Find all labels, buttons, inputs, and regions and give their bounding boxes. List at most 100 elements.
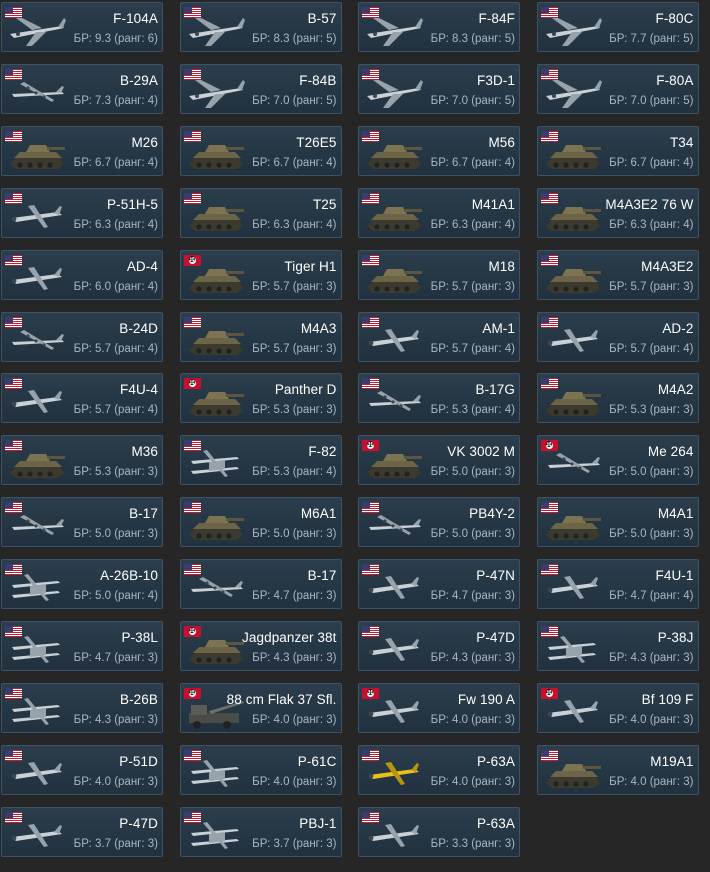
vehicle-card-m41a1[interactable]: M41A1 БР: 6.3 (ранг: 4) xyxy=(358,187,520,238)
battle-rating: БР: 5.0 (ранг: 3) xyxy=(252,528,337,541)
vehicle-card-am-1[interactable]: AM-1 БР: 5.7 (ранг: 4) xyxy=(358,311,520,362)
vehicle-card-fw-190-a[interactable]: Fw 190 A БР: 4.0 (ранг: 3) xyxy=(358,682,520,733)
vehicle-card-b-24d[interactable]: B-24D БР: 5.7 (ранг: 4) xyxy=(1,311,163,362)
usa-flag-icon xyxy=(540,68,558,80)
vehicle-card-t26e5[interactable]: T26E5 БР: 6.7 (ранг: 4) xyxy=(179,125,342,176)
vehicle-card-m18[interactable]: M18 БР: 5.7 (ранг: 3) xyxy=(358,249,520,300)
vehicle-card-m36[interactable]: M36 БР: 5.3 (ранг: 3) xyxy=(1,435,163,486)
vehicle-card-ad-4[interactable]: AD-4 БР: 6.0 (ранг: 4) xyxy=(1,249,163,300)
vehicle-name: F-84B xyxy=(299,72,337,88)
vehicle-card-m4a3e2[interactable]: M4A3E2 БР: 5.7 (ранг: 3) xyxy=(536,249,699,300)
vehicle-card-t34[interactable]: T34 БР: 6.7 (ранг: 4) xyxy=(536,125,699,176)
vehicle-name: P-38L xyxy=(121,630,158,645)
vehicle-card-ad-2[interactable]: AD-2 БР: 5.7 (ранг: 4) xyxy=(536,311,699,362)
battle-rating: БР: 7.0 (ранг: 5) xyxy=(430,94,515,107)
germany-flag-icon xyxy=(540,687,558,699)
battle-rating: БР: 4.3 (ранг: 3) xyxy=(609,652,694,664)
vehicle-card-p-63a[interactable]: P-63A БР: 3.3 (ранг: 3) xyxy=(358,806,520,857)
vehicle-card-a-26b-10[interactable]: A-26B-10 БР: 5.0 (ранг: 4) xyxy=(1,559,163,610)
vehicle-card-pb4y-2[interactable]: PB4Y-2 БР: 5.0 (ранг: 3) xyxy=(358,497,520,548)
vehicle-card-p-47n[interactable]: P-47N БР: 4.7 (ранг: 3) xyxy=(358,559,520,610)
usa-flag-icon xyxy=(183,130,201,142)
vehicle-card-f-84b[interactable]: F-84B БР: 7.0 (ранг: 5) xyxy=(179,63,342,114)
vehicle-card-m26[interactable]: M26 БР: 6.7 (ранг: 4) xyxy=(1,125,163,176)
vehicle-card-t25[interactable]: T25 БР: 6.3 (ранг: 4) xyxy=(179,187,342,238)
vehicle-card-p-51h-5[interactable]: P-51H-5 БР: 6.3 (ранг: 4) xyxy=(1,187,163,238)
vehicle-card-f-82[interactable]: F-82 БР: 5.3 (ранг: 4) xyxy=(179,435,342,486)
vehicle-card-f3d-1[interactable]: F3D-1 БР: 7.0 (ранг: 5) xyxy=(358,63,520,114)
vehicle-card-m19a1[interactable]: M19A1 БР: 4.0 (ранг: 3) xyxy=(536,744,699,795)
battle-rating: БР: 6.3 (ранг: 4) xyxy=(252,218,337,231)
battle-rating: БР: 5.7 (ранг: 4) xyxy=(73,342,158,355)
vehicle-card-m4a3[interactable]: M4A3 БР: 5.7 (ранг: 3) xyxy=(179,311,342,362)
vehicle-card-bf-109-f[interactable]: Bf 109 F БР: 4.0 (ранг: 3) xyxy=(536,682,699,733)
vehicle-card-b-29a[interactable]: B-29A БР: 7.3 (ранг: 4) xyxy=(1,63,163,114)
vehicle-name: F-104A xyxy=(113,11,158,26)
vehicle-card-b-17[interactable]: B-17 БР: 4.7 (ранг: 3) xyxy=(179,559,342,610)
vehicle-card-p-63a[interactable]: P-63A БР: 4.0 (ранг: 3) xyxy=(358,744,520,795)
vehicle-card-jagdpanzer-38t[interactable]: Jagdpanzer 38t БР: 4.3 (ранг: 3) xyxy=(179,621,342,671)
battle-rating: БР: 7.0 (ранг: 5) xyxy=(252,94,337,107)
vehicle-card-b-26b[interactable]: B-26B БР: 4.3 (ранг: 3) xyxy=(1,682,163,733)
vehicle-card-me-264[interactable]: Me 264 БР: 5.0 (ранг: 3) xyxy=(536,435,699,486)
vehicle-card-pbj-1[interactable]: PBJ-1 БР: 3.7 (ранг: 3) xyxy=(179,806,342,857)
usa-flag-icon xyxy=(5,378,22,390)
vehicle-card-f-80c[interactable]: F-80C БР: 7.7 (ранг: 5) xyxy=(536,2,699,52)
germany-flag-icon xyxy=(540,440,558,452)
vehicle-card-f-80a[interactable]: F-80A БР: 7.0 (ранг: 5) xyxy=(536,63,699,114)
vehicle-card-b-17g[interactable]: B-17G БР: 5.3 (ранг: 4) xyxy=(358,373,520,424)
vehicle-name: P-47N xyxy=(476,568,515,584)
vehicle-card-f-104a[interactable]: F-104A БР: 9.3 (ранг: 6) xyxy=(1,2,163,52)
tank-icon xyxy=(185,383,247,421)
aircraft-icon xyxy=(6,383,68,421)
usa-flag-icon xyxy=(5,749,22,761)
vehicle-name: B-57 xyxy=(307,11,337,26)
vehicle-card-m4a1[interactable]: M4A1 БР: 5.0 (ранг: 3) xyxy=(536,497,699,548)
usa-flag-icon xyxy=(362,7,379,18)
vehicle-card-p-38l[interactable]: P-38L БР: 4.7 (ранг: 3) xyxy=(1,621,163,671)
vehicle-name: M6A1 xyxy=(300,506,337,522)
vehicle-card-b-57[interactable]: B-57 БР: 8.3 (ранг: 5) xyxy=(179,2,342,52)
usa-flag-icon xyxy=(540,130,558,142)
vehicle-name: Panther D xyxy=(274,382,337,398)
usa-flag-icon xyxy=(183,316,201,328)
vehicle-card-p-47d[interactable]: P-47D БР: 4.3 (ранг: 3) xyxy=(358,621,520,671)
vehicle-name: P-47D xyxy=(476,630,515,645)
vehicle-name: M4A3E2 76 W xyxy=(605,196,694,212)
vehicle-card-f4u-1[interactable]: F4U-1 БР: 4.7 (ранг: 4) xyxy=(536,559,699,610)
battle-rating: БР: 7.3 (ранг: 4) xyxy=(73,94,158,107)
vehicle-card-p-47d[interactable]: P-47D БР: 3.7 (ранг: 3) xyxy=(1,806,163,857)
battle-rating: БР: 8.3 (ранг: 5) xyxy=(430,33,515,45)
vehicle-name: M26 xyxy=(131,134,158,150)
vehicle-card-m6a1[interactable]: M6A1 БР: 5.0 (ранг: 3) xyxy=(179,497,342,548)
vehicle-card-p-61c[interactable]: P-61C БР: 4.0 (ранг: 3) xyxy=(179,744,342,795)
usa-flag-icon xyxy=(183,749,201,761)
usa-flag-icon xyxy=(362,749,379,761)
vehicle-card-f4u-4[interactable]: F4U-4 БР: 5.7 (ранг: 4) xyxy=(1,373,163,424)
vehicle-card-88-cm-flak-37-sfl[interactable]: 88 cm Flak 37 Sfl. БР: 4.0 (ранг: 3) xyxy=(179,682,342,733)
vehicle-card-vk-3002-m[interactable]: VK 3002 M БР: 5.0 (ранг: 3) xyxy=(358,435,520,486)
germany-flag-icon xyxy=(362,440,379,452)
vehicle-name: P-63A xyxy=(476,815,515,831)
vehicle-name: M56 xyxy=(488,134,515,150)
vehicle-name: M4A2 xyxy=(657,382,694,398)
battle-rating: БР: 9.3 (ранг: 6) xyxy=(73,33,158,45)
vehicle-card-f-84f[interactable]: F-84F БР: 8.3 (ранг: 5) xyxy=(358,2,520,52)
usa-flag-icon xyxy=(5,7,22,18)
vehicle-card-p-51d[interactable]: P-51D БР: 4.0 (ранг: 3) xyxy=(1,744,163,795)
vehicle-card-tiger-h1[interactable]: Tiger H1 БР: 5.7 (ранг: 3) xyxy=(179,249,342,300)
vehicle-card-m56[interactable]: M56 БР: 6.7 (ранг: 4) xyxy=(358,125,520,176)
battle-rating: БР: 6.3 (ранг: 4) xyxy=(609,218,694,231)
vehicle-card-p-38j[interactable]: P-38J БР: 4.3 (ранг: 3) xyxy=(536,621,699,671)
germany-flag-icon xyxy=(183,378,201,390)
vehicle-name: B-24D xyxy=(119,320,158,336)
vehicle-card-b-17[interactable]: B-17 БР: 5.0 (ранг: 3) xyxy=(1,497,163,548)
battle-rating: БР: 5.0 (ранг: 3) xyxy=(609,528,694,541)
vehicle-card-m4a2[interactable]: M4A2 БР: 5.3 (ранг: 3) xyxy=(536,373,699,424)
vehicle-name: F-80C xyxy=(655,11,694,26)
vehicle-card-m4a3e2-76-w[interactable]: M4A3E2 76 W БР: 6.3 (ранг: 4) xyxy=(536,187,699,238)
battle-rating: БР: 3.7 (ранг: 3) xyxy=(252,837,337,850)
usa-flag-icon xyxy=(362,316,379,328)
vehicle-card-panther-d[interactable]: Panther D БР: 5.3 (ранг: 3) xyxy=(179,373,342,424)
usa-flag-icon xyxy=(540,749,558,761)
